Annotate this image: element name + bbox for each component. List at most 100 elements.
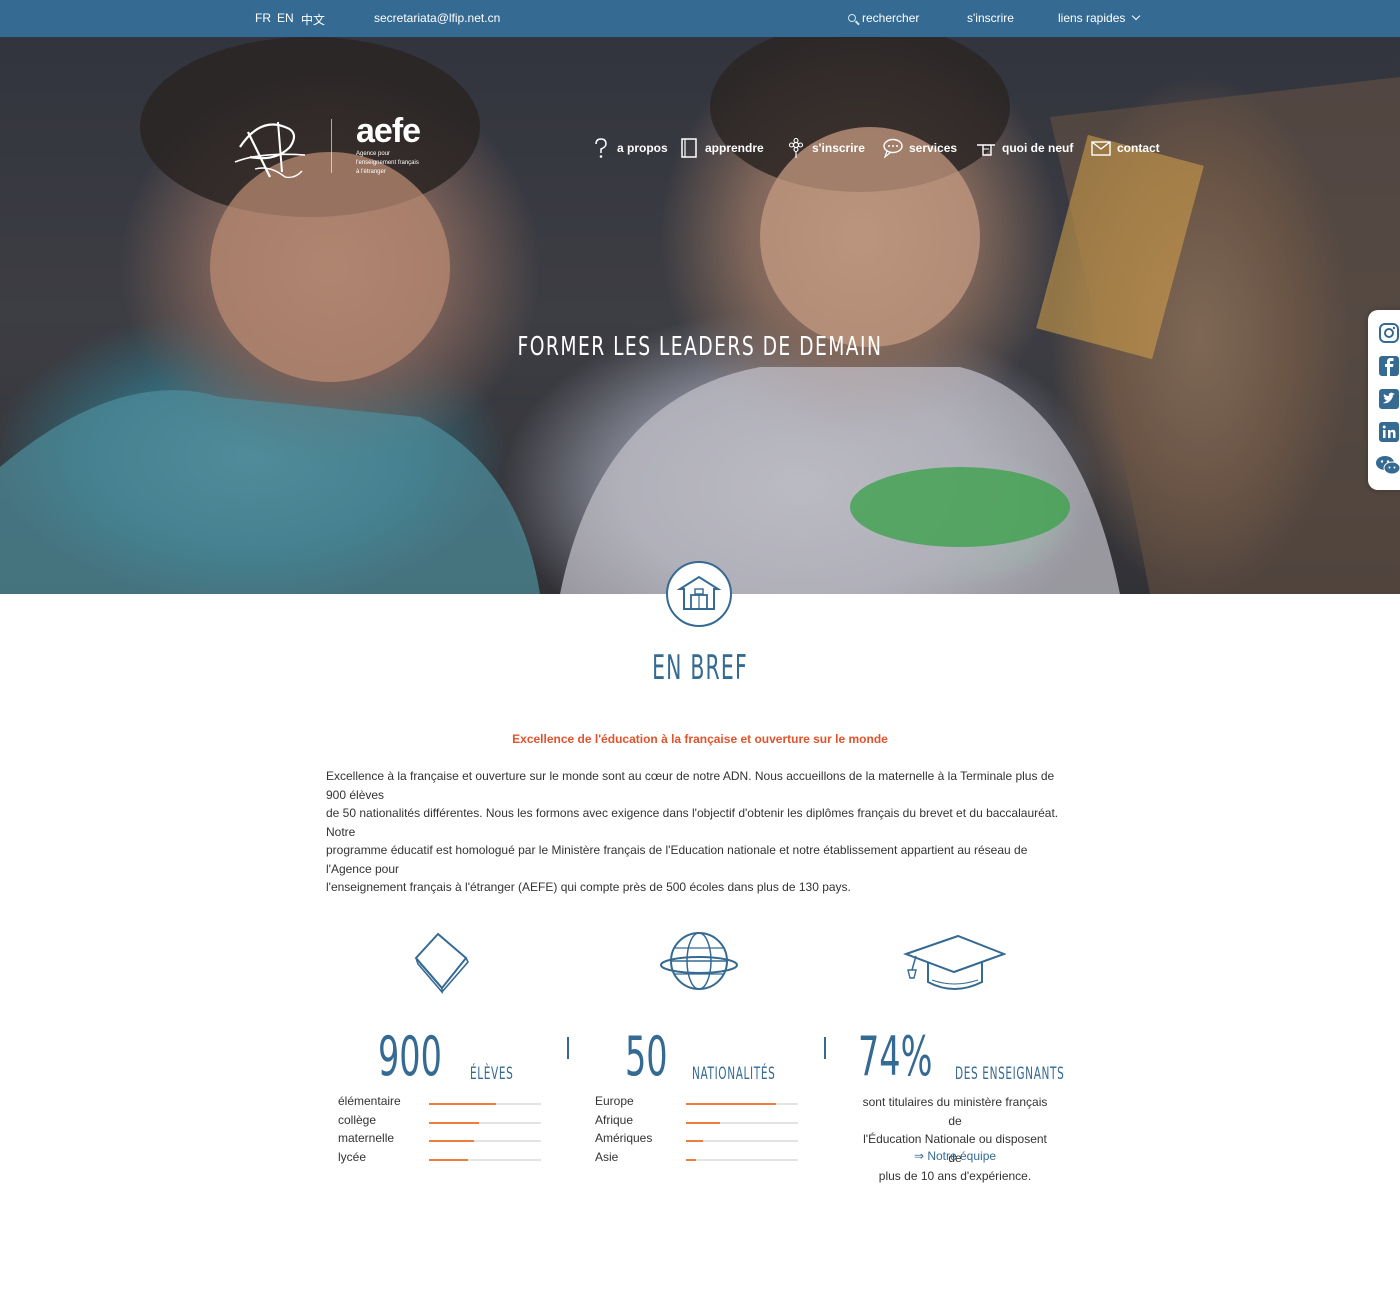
teachers-text-line: sont titulaires du ministère français de	[862, 1095, 1048, 1128]
school-house-icon	[676, 575, 722, 610]
nav-label: contact	[1117, 141, 1160, 155]
nationalities-number: 50	[625, 1025, 668, 1088]
chevron-down-icon	[1132, 11, 1141, 21]
search-label: rechercher	[862, 11, 920, 25]
top-bar: FR EN 中文 secretariata@lfip.net.cn recher…	[0, 0, 1400, 37]
progress-fill	[429, 1158, 469, 1161]
progress-track	[686, 1121, 798, 1124]
teachers-description: sont titulaires du ministère français de…	[855, 1093, 1055, 1186]
progress-track	[429, 1140, 541, 1142]
search-link[interactable]: rechercher	[848, 11, 919, 25]
nav-label: apprendre	[705, 141, 764, 155]
intro-line: l'enseignement français à l'étranger (AE…	[326, 880, 851, 894]
breakdown-label: lycée	[338, 1149, 367, 1164]
intro-paragraph: Excellence à la française et ouverture s…	[326, 767, 1076, 897]
breakdown-row: lycée	[338, 1150, 543, 1168]
teachers-number: 74%	[858, 1025, 933, 1088]
envelope-icon	[1091, 141, 1111, 156]
stat-separator	[567, 1037, 569, 1059]
facebook-icon[interactable]	[1378, 355, 1400, 377]
breakdown-row: collège	[338, 1113, 543, 1131]
nav-item-apprendre[interactable]: apprendre	[678, 135, 764, 161]
breakdown-label: maternelle	[338, 1131, 395, 1145]
instagram-icon[interactable]	[1378, 322, 1400, 344]
section-subtitle: Excellence de l'éducation à la française…	[512, 732, 888, 746]
quick-links-dropdown[interactable]: liens rapides	[1058, 11, 1141, 25]
nav-label: s'inscrire	[812, 141, 865, 155]
progress-track	[429, 1121, 541, 1124]
hero-photo	[0, 37, 1400, 594]
notre-equipe-link[interactable]: ⇒ Notre équipe	[855, 1149, 1055, 1163]
nav-label: quoi de neuf	[1002, 141, 1074, 155]
breakdown-row: Afrique	[595, 1113, 800, 1131]
wechat-icon[interactable]	[1375, 454, 1400, 476]
breakdown-row: Amériques	[595, 1131, 800, 1149]
pointing-hand-icon	[977, 144, 995, 156]
linkedin-icon[interactable]	[1378, 421, 1400, 443]
chat-bubble-icon	[883, 138, 903, 159]
breakdown-row: élémentaire	[338, 1094, 543, 1112]
social-sidebar	[1368, 310, 1400, 490]
book-sketch-icon	[414, 932, 469, 994]
stat-separator	[824, 1037, 826, 1059]
progress-track	[686, 1140, 798, 1142]
nav-label: a propos	[617, 141, 668, 155]
email-link[interactable]: secretariata@lfip.net.cn	[374, 11, 500, 25]
progress-fill	[686, 1121, 720, 1124]
nav-item-quoi-de-neuf[interactable]: quoi de neuf	[975, 135, 1073, 161]
twitter-icon[interactable]	[1378, 388, 1400, 410]
nationalities-label: NATIONALITÉS	[692, 1064, 776, 1084]
progress-fill	[686, 1158, 697, 1161]
teachers-text-line: plus de 10 ans d'expérience.	[878, 1169, 1032, 1183]
progress-fill	[429, 1103, 497, 1105]
breakdown-row: Europe	[595, 1094, 800, 1112]
aefe-wordmark: aefe	[356, 112, 421, 150]
aefe-tagline-1: Agence pour	[356, 151, 391, 157]
hero-banner: aefe Agence pour l'enseignement français…	[0, 37, 1400, 594]
progress-fill	[429, 1140, 474, 1142]
teachers-label: DES ENSEIGNANTS	[955, 1064, 1065, 1084]
nav-item-contact[interactable]: contact	[1090, 135, 1160, 161]
nav-item-a-propos[interactable]: a propos	[590, 135, 668, 161]
globe-icon	[660, 932, 738, 990]
intro-line: Excellence à la française et ouverture s…	[326, 769, 1055, 802]
question-icon	[595, 138, 607, 158]
lfip-logo[interactable]	[230, 107, 310, 187]
breakdown-row: maternelle	[338, 1131, 543, 1149]
school-badge	[666, 561, 732, 627]
students-number: 900	[378, 1025, 442, 1088]
logo-divider	[331, 119, 332, 173]
progress-fill	[686, 1140, 703, 1142]
aefe-tagline-3: à l'étranger	[356, 169, 386, 175]
register-link[interactable]: s'inscrire	[967, 11, 1014, 25]
progress-fill	[429, 1121, 480, 1124]
nav-item-sinscrire[interactable]: s'inscrire	[785, 135, 865, 161]
lang-fr-link[interactable]: FR	[255, 11, 271, 25]
aefe-logo[interactable]: aefe Agence pour l'enseignement français…	[356, 112, 421, 176]
hero-title: FORMER LES LEADERS DE DEMAIN	[517, 332, 883, 362]
breakdown-label: collège	[338, 1112, 377, 1127]
progress-track	[429, 1103, 541, 1105]
students-label: ÉLÈVES	[470, 1064, 514, 1084]
book-icon	[681, 138, 697, 158]
aefe-tagline-2: l'enseignement français	[356, 160, 419, 166]
breakdown-row: Asie	[595, 1150, 800, 1168]
progress-fill	[686, 1103, 776, 1105]
progress-track	[686, 1103, 798, 1105]
progress-track	[686, 1158, 798, 1161]
progress-track	[429, 1158, 541, 1161]
intro-line: programme éducatif est homologué par le …	[326, 843, 1028, 876]
nav-label: services	[909, 141, 958, 155]
flower-icon	[788, 137, 804, 158]
breakdown-label: Afrique	[595, 1112, 634, 1127]
breakdown-label: élémentaire	[338, 1094, 401, 1108]
lang-en-link[interactable]: EN	[277, 11, 294, 25]
section-title: EN BREF	[652, 648, 748, 688]
lang-zh-link[interactable]: 中文	[301, 11, 325, 28]
quick-links-label: liens rapides	[1058, 11, 1126, 25]
nav-item-services[interactable]: services	[882, 135, 957, 161]
search-icon	[848, 14, 856, 22]
intro-line: de 50 nationalités différentes. Nous les…	[326, 806, 1059, 839]
breakdown-label: Asie	[595, 1149, 619, 1164]
breakdown-label: Amériques	[595, 1131, 653, 1145]
